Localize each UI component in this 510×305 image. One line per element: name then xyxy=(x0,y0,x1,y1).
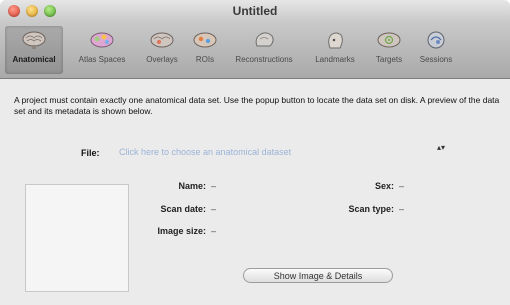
tool-landmarks[interactable]: Landmarks xyxy=(307,26,363,74)
atlas-brain-icon xyxy=(90,32,114,48)
tool-label: Atlas Spaces xyxy=(78,55,126,64)
tool-rois[interactable]: ROIs xyxy=(189,26,221,74)
image-preview xyxy=(25,184,129,292)
reconstruction-icon xyxy=(255,32,274,47)
tool-atlas-spaces[interactable]: Atlas Spaces xyxy=(68,26,136,74)
session-head-icon xyxy=(427,31,445,49)
image-size-value: – xyxy=(211,226,217,236)
scan-date-value: – xyxy=(211,204,217,214)
show-image-details-button[interactable]: Show Image & Details xyxy=(243,268,393,283)
scan-type-value: – xyxy=(399,204,405,214)
popup-arrows-icon[interactable]: ▴▾ xyxy=(437,144,445,152)
tool-label: Anatomical xyxy=(12,55,56,64)
scan-type-label: Scan type: xyxy=(348,204,394,214)
tool-overlays[interactable]: Overlays xyxy=(138,26,186,74)
tool-label: Overlays xyxy=(146,55,178,64)
app-window: Untitled Anatomical Atlas Spaces Overlay… xyxy=(0,0,510,305)
tool-label: Landmarks xyxy=(315,55,355,64)
image-size-label: Image size: xyxy=(157,226,206,236)
file-label: File: xyxy=(81,148,100,158)
name-label: Name: xyxy=(178,181,206,191)
tool-targets[interactable]: Targets xyxy=(366,26,412,74)
target-brain-icon xyxy=(377,32,401,48)
sex-label: Sex: xyxy=(374,181,394,191)
tool-anatomical[interactable]: Anatomical xyxy=(5,26,63,74)
tool-label: Targets xyxy=(375,55,403,64)
name-value: – xyxy=(211,181,217,191)
overlay-brain-icon xyxy=(150,32,174,48)
window-title: Untitled xyxy=(232,4,278,18)
brain-icon xyxy=(22,31,46,49)
tool-label: Sessions xyxy=(419,55,453,64)
scan-date-label: Scan date: xyxy=(160,204,206,214)
tool-label: Reconstructions xyxy=(235,55,293,64)
file-chooser-popup[interactable]: Click here to choose an anatomical datas… xyxy=(113,143,450,161)
landmark-head-icon xyxy=(328,32,343,49)
tool-sessions[interactable]: Sessions xyxy=(413,26,459,74)
tool-label: ROIs xyxy=(195,55,215,64)
content-panel: A project must contain exactly one anato… xyxy=(0,79,510,305)
sex-value: – xyxy=(399,181,405,191)
roi-brain-icon xyxy=(193,32,217,48)
tool-reconstructions[interactable]: Reconstructions xyxy=(226,26,302,74)
toolbar: Anatomical Atlas Spaces Overlays ROIs Re… xyxy=(0,22,510,79)
description-text: A project must contain exactly one anato… xyxy=(14,95,500,116)
title-bar[interactable]: Untitled xyxy=(0,0,510,22)
